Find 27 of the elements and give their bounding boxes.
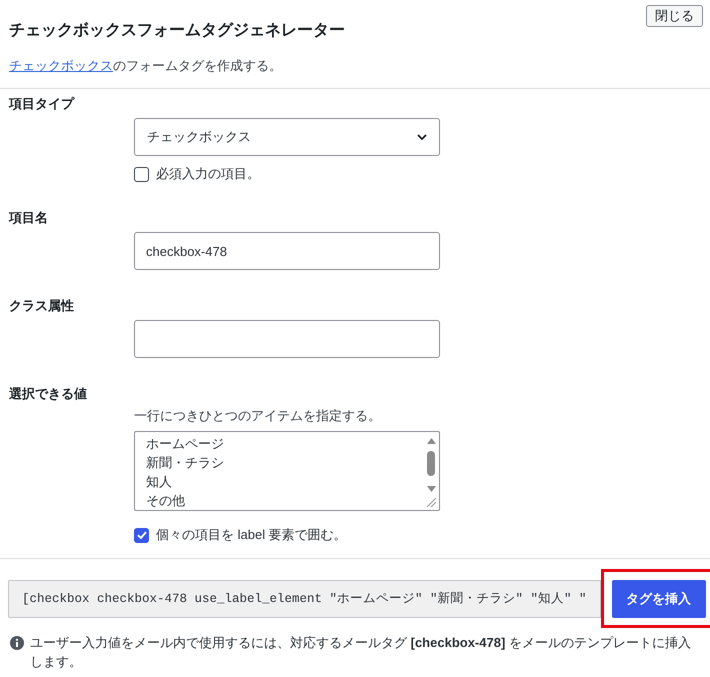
info-text: ユーザー入力値をメール内で使用するには、対応するメールタグ [checkbox-478] をメールのテンプレートに挿入します。 [30, 634, 692, 671]
textarea[interactable]: ホームページ 新聞・チラシ 知人 その他 [134, 431, 440, 511]
field-label: 選択できる値 [9, 386, 87, 402]
field-label: クラス属性 [9, 298, 74, 314]
field-label: 項目タイプ [9, 96, 74, 112]
hint-text: 一行につきひとつのアイテムを指定する。 [134, 408, 381, 424]
tag-code-field[interactable]: [checkbox checkbox-478 use_label_element "ホームページ" "新聞・チラシ" "知人" " [8, 580, 601, 618]
scroll-up-icon[interactable] [426, 438, 436, 444]
checkbox-doc-link[interactable]: チェックボックス [9, 58, 113, 73]
checkbox-label[interactable]: 必須入力の項目。 [156, 166, 260, 182]
checkbox[interactable] [134, 528, 149, 542]
checkmark-icon [136, 531, 146, 539]
scroll-down-icon[interactable] [426, 486, 436, 492]
scrollbar-thumb[interactable] [427, 451, 435, 476]
select-dropdown[interactable]: チェックボックス [134, 118, 440, 156]
insert-tag-button[interactable]: タグを挿入 [612, 580, 706, 618]
description-text: チェックボックスのフォームタグを作成する。 [9, 57, 282, 75]
resize-grip-icon[interactable] [426, 497, 436, 507]
text-input[interactable] [134, 320, 440, 358]
text-input[interactable]: checkbox-478 [134, 232, 440, 270]
info-icon [10, 636, 24, 650]
checkbox[interactable] [134, 166, 149, 182]
chevron-down-icon [417, 134, 427, 140]
close-button[interactable]: 閉じる [646, 5, 703, 27]
field-label: 項目名 [9, 210, 48, 226]
checkbox-label[interactable]: 個々の項目を label 要素で囲む。 [156, 527, 347, 543]
dialog-title: チェックボックスフォームタグジェネレーター [9, 21, 345, 41]
